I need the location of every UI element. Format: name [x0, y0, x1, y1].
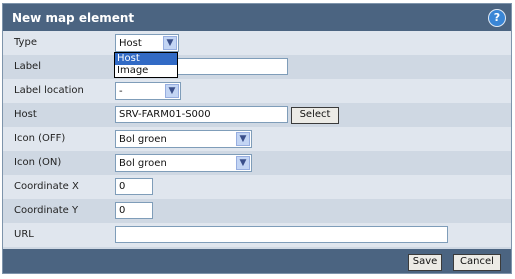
icon-off-row: Icon (OFF) Bol groen ▼ [3, 127, 511, 151]
icon-off-select[interactable]: Bol groen ▼ [115, 130, 252, 148]
icon-off-label: Icon (OFF) [14, 133, 66, 144]
type-label: Type [14, 37, 37, 48]
save-button[interactable]: Save [408, 254, 442, 271]
icon-on-select[interactable]: Bol groen ▼ [115, 154, 252, 172]
coord-y-input[interactable]: 0 [115, 202, 153, 219]
dialog-titlebar: New map element ? [3, 4, 511, 31]
type-dropdown-list: Host Image [114, 52, 178, 78]
label-label: Label [14, 61, 41, 72]
cancel-button[interactable]: Cancel [453, 254, 501, 271]
label-location-row: Label location - ▼ [3, 79, 511, 103]
dialog-footer: Save Cancel [3, 249, 511, 273]
label-location-select[interactable]: - ▼ [115, 82, 181, 100]
icon-off-value: Bol groen [119, 134, 167, 145]
chevron-down-icon[interactable]: ▼ [163, 36, 177, 50]
host-row: Host SRV-FARM01-S000 Select [3, 103, 511, 127]
coord-x-label: Coordinate X [14, 181, 79, 192]
url-row: URL [3, 223, 511, 247]
type-select[interactable]: Host ▼ [115, 34, 179, 52]
coord-x-input[interactable]: 0 [115, 178, 153, 195]
chevron-down-icon[interactable]: ▼ [165, 84, 179, 98]
chevron-down-icon[interactable]: ▼ [236, 132, 250, 146]
chevron-down-icon[interactable]: ▼ [236, 156, 250, 170]
host-label: Host [14, 109, 37, 120]
type-option-image[interactable]: Image [115, 65, 177, 77]
label-location-value: - [119, 86, 123, 97]
type-select-value: Host [119, 38, 142, 49]
host-input[interactable]: SRV-FARM01-S000 [115, 106, 288, 123]
icon-on-value: Bol groen [119, 158, 167, 169]
url-input[interactable] [115, 226, 448, 243]
icon-on-label: Icon (ON) [14, 157, 62, 168]
label-row: Label [3, 55, 511, 79]
coord-y-label: Coordinate Y [14, 205, 79, 216]
type-option-host[interactable]: Host [115, 53, 177, 65]
coord-y-row: Coordinate Y 0 [3, 199, 511, 223]
icon-on-row: Icon (ON) Bol groen ▼ [3, 151, 511, 175]
map-element-dialog: New map element ? Type Host ▼ Label Labe… [2, 3, 512, 274]
type-row: Type Host ▼ [3, 31, 511, 55]
url-label: URL [14, 229, 34, 240]
label-location-label: Label location [14, 85, 84, 96]
help-icon[interactable]: ? [488, 9, 506, 27]
coord-x-row: Coordinate X 0 [3, 175, 511, 199]
select-host-button[interactable]: Select [291, 107, 339, 124]
dialog-title: New map element [12, 11, 135, 25]
